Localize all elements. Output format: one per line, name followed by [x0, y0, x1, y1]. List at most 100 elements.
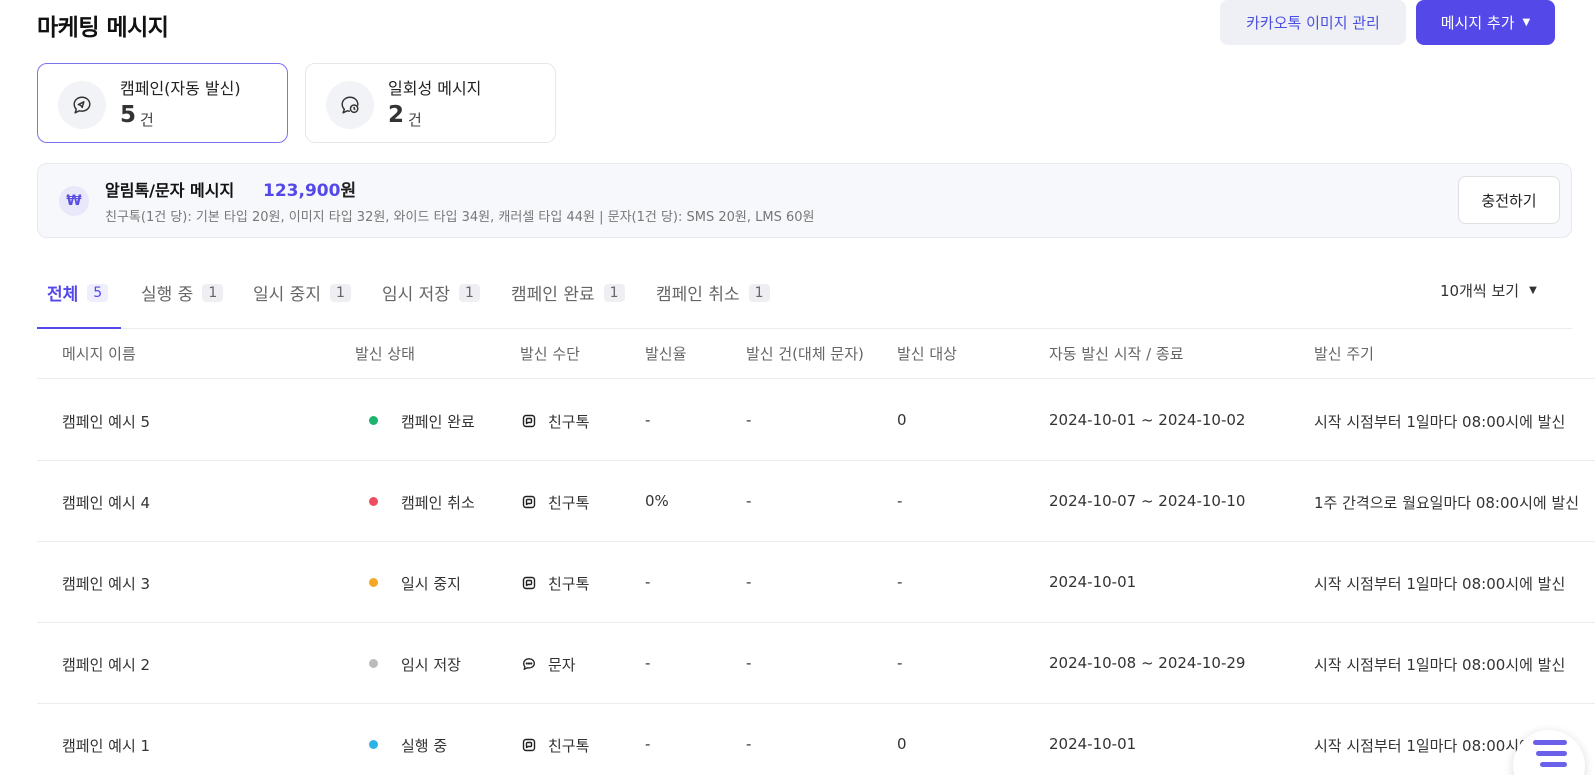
- kakao-image-manage-label: 카카오톡 이미지 관리: [1246, 14, 1380, 32]
- caret-down-icon: ▼: [1522, 17, 1531, 28]
- sent-count: -: [746, 735, 752, 753]
- tab-label: 캠페인 취소: [656, 285, 740, 305]
- target-count: -: [897, 492, 903, 510]
- message-name: 캠페인 예시 3: [62, 575, 151, 593]
- tab-count-badge: 1: [603, 283, 625, 302]
- send-period: 2024-10-07 ~ 2024-10-10: [1049, 492, 1246, 510]
- message-name: 캠페인 예시 4: [62, 494, 151, 512]
- status-dot-icon: [369, 659, 378, 668]
- target-count: 0: [897, 735, 907, 753]
- column-header: 자동 발신 시작 / 종료: [1049, 345, 1184, 363]
- status-dot-icon: [369, 416, 378, 425]
- card-one-time-message[interactable]: 일회성 메시지 2 건: [305, 63, 556, 143]
- tab-count-badge: 1: [748, 283, 770, 302]
- tab-label: 전체: [47, 285, 79, 305]
- column-header: 발신율: [645, 345, 687, 363]
- status-tabs: 전체 5 실행 중 1 일시 중지 1 임시 저장 1 캠페인 완료 1 캠페인…: [37, 272, 1572, 329]
- status-text: 실행 중: [401, 737, 448, 755]
- channel-text: 친구톡: [548, 413, 590, 431]
- page-title: 마케팅 메시지: [37, 15, 169, 41]
- send-period: 2024-10-08 ~ 2024-10-29: [1049, 654, 1246, 672]
- send-cycle: 시작 시점부터 1일마다 08:00시에 발신: [1314, 575, 1566, 593]
- send-period: 2024-10-01: [1049, 735, 1137, 753]
- pricing-description: 친구톡(1건 당): 기본 타입 20원, 이미지 타입 32원, 와이드 타입…: [105, 210, 815, 225]
- card-campaign-auto[interactable]: 캠페인(자동 발신) 5 건: [37, 63, 288, 143]
- table-row[interactable]: 캠페인 예시 4 캠페인 취소 친구톡 0% - - 2024-10-07 ~ 2024-1…: [37, 461, 1595, 542]
- sms-bubble-icon: [522, 656, 536, 670]
- status-dot-icon: [369, 497, 378, 506]
- card-count: 5: [120, 102, 137, 128]
- tab-all[interactable]: 전체 5: [47, 280, 109, 305]
- tab-draft[interactable]: 임시 저장 1: [382, 280, 480, 305]
- table-header: 메시지 이름 발신 상태 발신 수단 발신율 발신 건(대체 문자) 발신 대상…: [37, 329, 1595, 379]
- tab-count-badge: 1: [202, 283, 224, 302]
- status-dot-icon: [369, 578, 378, 587]
- channel-text: 친구톡: [548, 494, 590, 512]
- column-header: 발신 건(대체 문자): [746, 345, 864, 363]
- per-page-label: 10개씩 보기: [1440, 282, 1520, 300]
- column-header: 발신 대상: [897, 345, 957, 363]
- caret-down-icon: ▼: [1529, 285, 1537, 296]
- add-message-label: 메시지 추가: [1440, 14, 1515, 32]
- card-count: 2: [388, 102, 405, 128]
- tab-count-badge: 1: [458, 283, 480, 302]
- send-rate: 0%: [645, 492, 669, 510]
- tab-label: 일시 중지: [253, 285, 321, 305]
- card-unit: 건: [140, 111, 154, 129]
- message-name: 캠페인 예시 5: [62, 413, 151, 431]
- sent-count: -: [746, 573, 752, 591]
- chat-clock-icon: [326, 81, 374, 129]
- balance-amount: 123,900원: [263, 176, 356, 201]
- kakao-image-manage-button[interactable]: 카카오톡 이미지 관리: [1220, 0, 1406, 45]
- send-cycle: 시작 시점부터 1일마다 08:00시에 발신: [1314, 656, 1566, 674]
- charge-label: 충전하기: [1481, 191, 1537, 210]
- balance-value: 123,900: [263, 181, 341, 201]
- target-count: 0: [897, 411, 907, 429]
- sent-count: -: [746, 492, 752, 510]
- card-label: 캠페인(자동 발신): [120, 79, 241, 98]
- card-unit: 건: [408, 111, 422, 129]
- status-text: 캠페인 완료: [401, 413, 475, 431]
- tab-paused[interactable]: 일시 중지 1: [253, 280, 351, 305]
- target-count: -: [897, 654, 903, 672]
- send-cycle: 시작 시점부터 1일마다 08:00시에 발신: [1314, 413, 1566, 431]
- table-row[interactable]: 캠페인 예시 5 캠페인 완료 친구톡 - - 0 2024-10-01 ~ 2024-10…: [37, 380, 1595, 461]
- friendtalk-icon: [522, 575, 536, 590]
- menu-bar-icon: [1533, 740, 1567, 745]
- message-balance-banner: ₩ 알림톡/문자 메시지 123,900원 친구톡(1건 당): 기본 타입 2…: [37, 163, 1572, 238]
- tab-count-badge: 1: [329, 283, 351, 302]
- send-rate: -: [645, 654, 651, 672]
- status-text: 캠페인 취소: [401, 494, 475, 512]
- tab-label: 실행 중: [141, 285, 194, 305]
- balance-unit: 원: [340, 181, 357, 201]
- target-count: -: [897, 573, 903, 591]
- table-row[interactable]: 캠페인 예시 2 임시 저장 문자 - - - 2024-10-08 ~ 2024-10-2…: [37, 623, 1595, 704]
- column-header: 발신 수단: [520, 345, 580, 363]
- status-text: 일시 중지: [401, 575, 461, 593]
- friendtalk-icon: [522, 413, 536, 428]
- send-rate: -: [645, 573, 651, 591]
- friendtalk-icon: [522, 737, 536, 752]
- table-row[interactable]: 캠페인 예시 3 일시 중지 친구톡 - - - 2024-10-01 시작 시점부터 1일마…: [37, 542, 1595, 623]
- per-page-select[interactable]: 10개씩 보기 ▼: [1440, 280, 1537, 301]
- send-rate: -: [645, 411, 651, 429]
- tab-running[interactable]: 실행 중 1: [141, 280, 224, 305]
- send-period: 2024-10-01: [1049, 573, 1137, 591]
- tab-campaign-complete[interactable]: 캠페인 완료 1: [511, 280, 625, 305]
- sent-count: -: [746, 654, 752, 672]
- charge-button[interactable]: 충전하기: [1458, 176, 1560, 224]
- table-row[interactable]: 캠페인 예시 1 실행 중 친구톡 - -0 2024-10-01 시작 시점부터 1일마다…: [37, 704, 1595, 775]
- channel-text: 문자: [548, 656, 576, 674]
- card-label: 일회성 메시지: [388, 79, 482, 98]
- tab-label: 임시 저장: [382, 285, 450, 305]
- message-name: 캠페인 예시 2: [62, 656, 151, 674]
- tab-campaign-cancelled[interactable]: 캠페인 취소 1: [656, 280, 770, 305]
- column-header: 메시지 이름: [62, 345, 136, 363]
- friendtalk-icon: [522, 494, 536, 509]
- status-text: 임시 저장: [401, 656, 461, 674]
- add-message-button[interactable]: 메시지 추가 ▼: [1416, 0, 1555, 45]
- send-period: 2024-10-01 ~ 2024-10-02: [1049, 411, 1246, 429]
- banner-title: 알림톡/문자 메시지: [105, 181, 235, 200]
- tab-label: 캠페인 완료: [511, 285, 595, 305]
- column-header: 발신 상태: [355, 345, 415, 363]
